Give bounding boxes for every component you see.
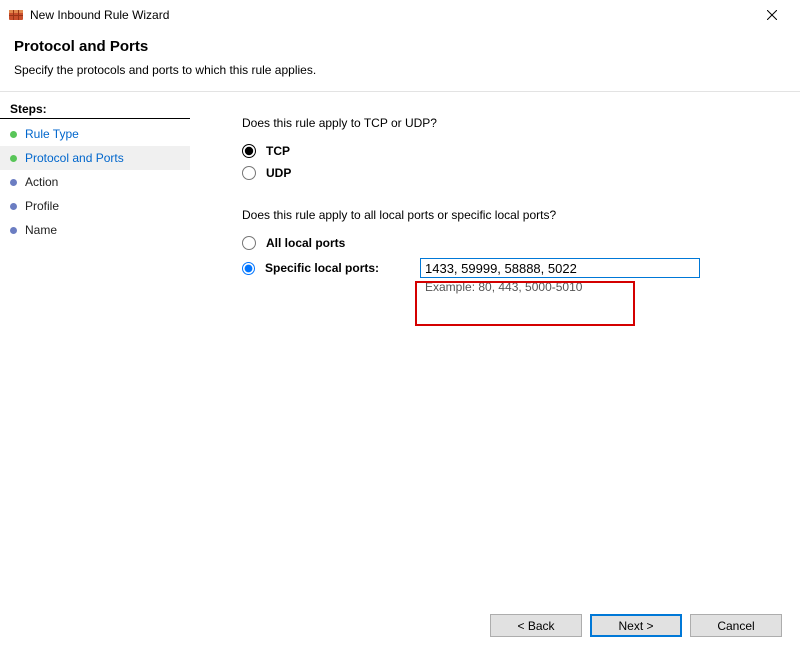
wizard-window: New Inbound Rule Wizard Protocol and Por… <box>0 0 800 651</box>
step-rule-type[interactable]: Rule Type <box>0 122 190 146</box>
specific-ports-radio[interactable] <box>242 262 255 275</box>
ports-radio-group: All local ports Specific local ports: Ex… <box>242 236 770 294</box>
ports-example: Example: 80, 443, 5000-5010 <box>425 280 770 294</box>
step-label[interactable]: Rule Type <box>25 127 79 141</box>
wizard-footer: < Back Next > Cancel <box>490 614 782 637</box>
tcp-label: TCP <box>266 144 290 158</box>
udp-radio[interactable] <box>242 166 256 180</box>
step-action[interactable]: Action <box>0 170 190 194</box>
steps-sidebar: Steps: Rule Type Protocol and Ports Acti… <box>0 92 190 651</box>
step-bullet-icon <box>10 131 17 138</box>
body: Steps: Rule Type Protocol and Ports Acti… <box>0 91 800 651</box>
step-label: Profile <box>25 199 59 213</box>
next-button[interactable]: Next > <box>590 614 682 637</box>
all-ports-option[interactable]: All local ports <box>242 236 770 250</box>
step-bullet-icon <box>10 179 17 186</box>
close-button[interactable] <box>752 3 792 27</box>
specific-ports-option[interactable]: Specific local ports: <box>242 258 770 278</box>
window-title: New Inbound Rule Wizard <box>30 8 752 22</box>
tcp-option[interactable]: TCP <box>242 144 770 158</box>
cancel-button[interactable]: Cancel <box>690 614 782 637</box>
udp-label: UDP <box>266 166 291 180</box>
protocol-question: Does this rule apply to TCP or UDP? <box>242 116 770 130</box>
step-label[interactable]: Protocol and Ports <box>25 151 124 165</box>
step-name[interactable]: Name <box>0 218 190 242</box>
udp-option[interactable]: UDP <box>242 166 770 180</box>
page-header: Protocol and Ports Specify the protocols… <box>0 30 800 91</box>
page-title: Protocol and Ports <box>14 38 786 55</box>
step-bullet-icon <box>10 227 17 234</box>
back-button[interactable]: < Back <box>490 614 582 637</box>
specific-ports-label: Specific local ports: <box>265 261 420 275</box>
step-protocol-ports[interactable]: Protocol and Ports <box>0 146 190 170</box>
page-subtitle: Specify the protocols and ports to which… <box>14 63 786 77</box>
step-label: Action <box>25 175 58 189</box>
step-label: Name <box>25 223 57 237</box>
step-bullet-icon <box>10 155 17 162</box>
titlebar: New Inbound Rule Wizard <box>0 0 800 30</box>
step-bullet-icon <box>10 203 17 210</box>
step-profile[interactable]: Profile <box>0 194 190 218</box>
all-ports-radio[interactable] <box>242 236 256 250</box>
protocol-radio-group: TCP UDP <box>242 144 770 180</box>
tcp-radio[interactable] <box>242 144 256 158</box>
ports-question: Does this rule apply to all local ports … <box>242 208 770 222</box>
firewall-icon <box>8 7 24 23</box>
steps-title: Steps: <box>0 98 190 119</box>
all-ports-label: All local ports <box>266 236 345 250</box>
main-panel: Does this rule apply to TCP or UDP? TCP … <box>190 92 800 651</box>
ports-input[interactable] <box>420 258 700 278</box>
